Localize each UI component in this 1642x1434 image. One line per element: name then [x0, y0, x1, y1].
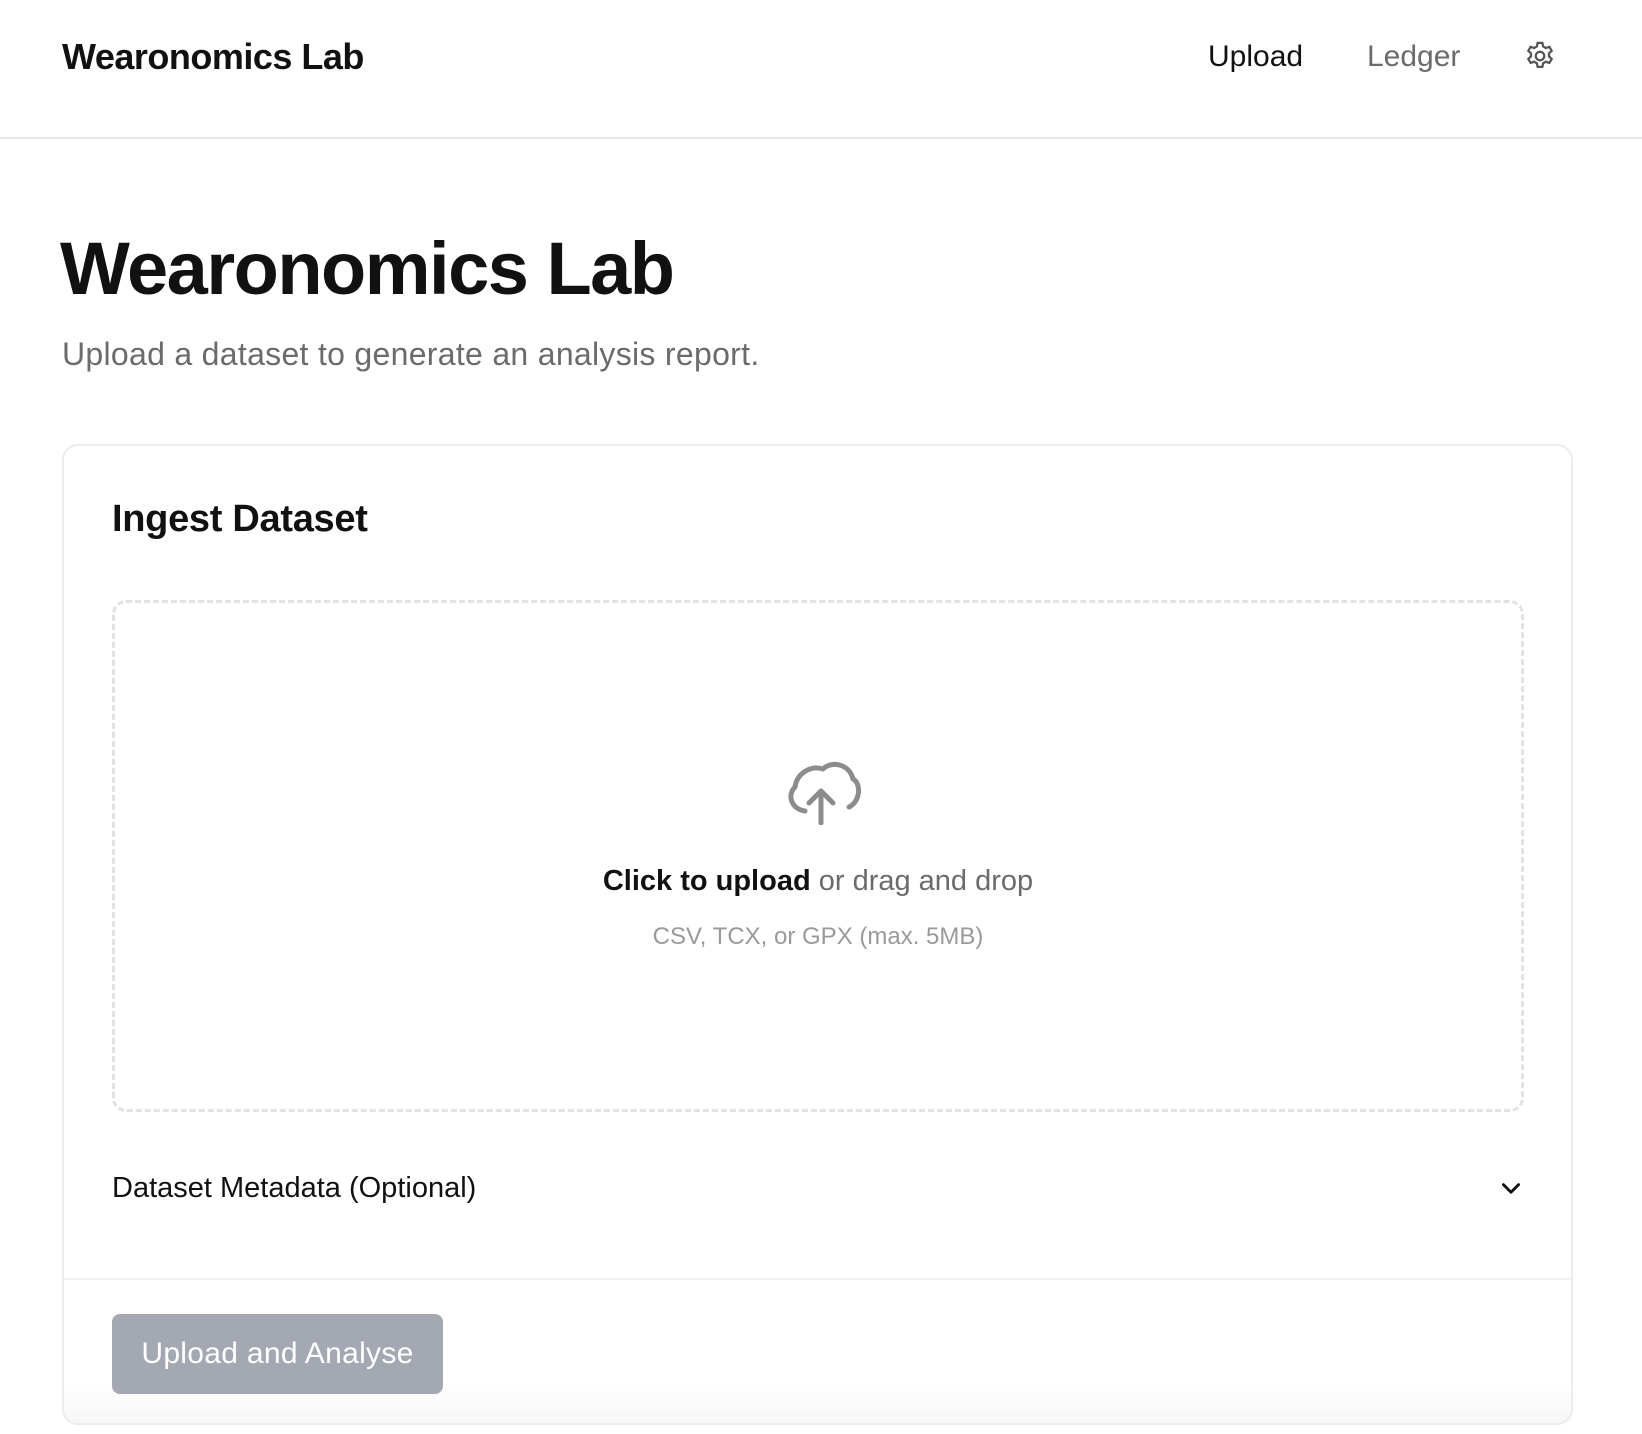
page-subtitle: Upload a dataset to generate an analysis…: [62, 336, 760, 372]
click-to-upload-link[interactable]: Click to upload: [603, 865, 811, 897]
page-title: Wearonomics Lab: [60, 227, 675, 310]
cloud-upload-icon: [788, 761, 861, 825]
settings-button[interactable]: [1522, 38, 1558, 74]
card-footer: Upload and Analyse: [64, 1278, 1571, 1423]
nav-link-upload[interactable]: Upload: [1208, 40, 1303, 74]
ingest-dataset-card: Ingest Dataset Click to upload or drag a…: [62, 444, 1573, 1425]
upload-and-analyse-button[interactable]: Upload and Analyse: [112, 1314, 443, 1394]
dataset-metadata-toggle[interactable]: Dataset Metadata (Optional): [112, 1164, 1524, 1214]
dataset-metadata-label: Dataset Metadata (Optional): [112, 1172, 477, 1204]
chevron-down-icon: [1502, 1183, 1520, 1194]
file-type-hint: CSV, TCX, or GPX (max. 5MB): [652, 923, 984, 950]
file-dropzone[interactable]: Click to upload or drag and drop CSV, TC…: [112, 600, 1524, 1112]
top-navigation-bar: Wearonomics Lab Upload Ledger: [0, 0, 1642, 139]
drag-and-drop-text: or drag and drop: [810, 865, 1034, 897]
card-title: Ingest Dataset: [112, 498, 368, 540]
brand-logo-text[interactable]: Wearonomics Lab: [62, 36, 364, 78]
nav-link-ledger[interactable]: Ledger: [1367, 40, 1460, 74]
gear-icon: [1527, 41, 1553, 69]
dropzone-instruction: Click to upload or drag and drop: [115, 865, 1521, 898]
